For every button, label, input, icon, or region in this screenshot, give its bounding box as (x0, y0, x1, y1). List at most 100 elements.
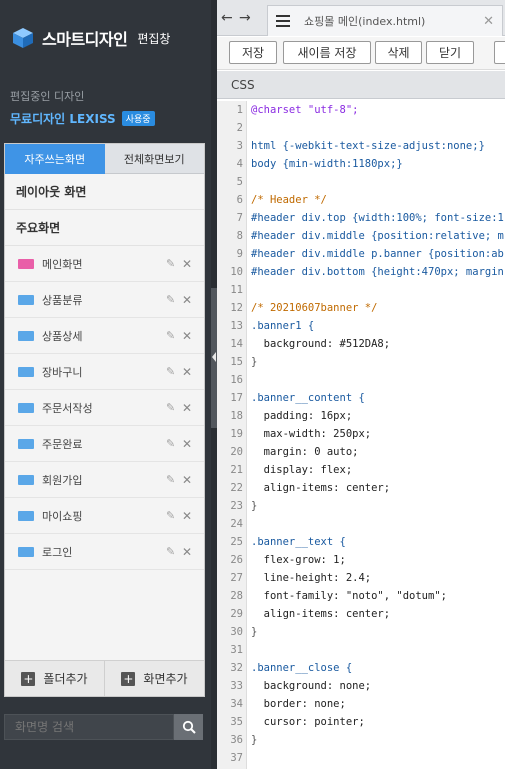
editor-tab-bar: ← → 쇼핑몰 메인(index.html) ✕ (217, 0, 505, 36)
code-text: } (251, 500, 258, 512)
save-button[interactable]: 저장 (229, 41, 277, 64)
forward-arrow-icon[interactable]: → (239, 10, 251, 26)
code-text: align-items: center; (251, 482, 391, 494)
code-line[interactable]: 1 @charset "utf-8"; (217, 101, 505, 119)
edit-icon[interactable]: ✎ (166, 473, 178, 486)
line-number: 14 (230, 338, 243, 350)
code-line[interactable]: 5 (217, 173, 505, 191)
code-line[interactable]: 26 flex-grow: 1; (217, 551, 505, 569)
code-line[interactable]: 14 background: #512DA8; (217, 335, 505, 353)
add-folder-label: 폴더추가 (43, 672, 88, 686)
code-line[interactable]: 31 (217, 641, 505, 659)
code-text: padding: 16px; (251, 410, 353, 422)
page-list-item[interactable]: 주문서작성 ✎ ✕ (5, 390, 204, 426)
code-line[interactable]: 15} (217, 353, 505, 371)
tab-all-pages[interactable]: 전체화면보기 (104, 144, 204, 174)
delete-icon[interactable]: ✕ (182, 293, 194, 307)
delete-button[interactable]: 삭제 (375, 41, 422, 64)
delete-icon[interactable]: ✕ (182, 509, 194, 523)
search-input[interactable] (4, 714, 174, 740)
search-button[interactable] (174, 714, 203, 740)
close-button[interactable]: 닫기 (426, 41, 474, 64)
code-line[interactable]: 22 align-items: center; (217, 479, 505, 497)
back-arrow-icon[interactable]: ← (221, 10, 233, 26)
code-line[interactable]: 13 .banner1 { (217, 317, 505, 335)
page-list-item[interactable]: 장바구니 ✎ ✕ (5, 354, 204, 390)
code-line[interactable]: 4 body {min-width:1180px;} (217, 155, 505, 173)
extra-button[interactable] (494, 41, 505, 64)
code-line[interactable]: 2 (217, 119, 505, 137)
code-line[interactable]: 37 (217, 749, 505, 767)
edit-icon[interactable]: ✎ (166, 509, 178, 522)
code-line[interactable]: 19 max-width: 250px; (217, 425, 505, 443)
delete-icon[interactable]: ✕ (182, 257, 194, 271)
code-line[interactable]: 28 font-family: "noto", "dotum"; (217, 587, 505, 605)
delete-icon[interactable]: ✕ (182, 329, 194, 343)
delete-icon[interactable]: ✕ (182, 473, 194, 487)
list-icon[interactable] (276, 15, 290, 27)
code-line[interactable]: 23} (217, 497, 505, 515)
code-text: } (251, 626, 258, 638)
page-list-item[interactable]: 메인화면 ✎ ✕ (5, 246, 204, 282)
code-line[interactable]: 32 .banner__close { (217, 659, 505, 677)
edit-icon[interactable]: ✎ (166, 401, 178, 414)
edit-icon[interactable]: ✎ (166, 293, 178, 306)
code-line[interactable]: 7 #header div.top {width:100%; font-size:… (217, 209, 505, 227)
code-line[interactable]: 24 (217, 515, 505, 533)
edit-icon[interactable]: ✎ (166, 329, 178, 342)
code-line[interactable]: 33 background: none; (217, 677, 505, 695)
code-line[interactable]: 18 padding: 16px; (217, 407, 505, 425)
add-page-button[interactable]: + 화면추가 (105, 661, 204, 696)
code-line[interactable]: 20 margin: 0 auto; (217, 443, 505, 461)
line-number: 12 (230, 302, 243, 314)
code-line[interactable]: 36} (217, 731, 505, 749)
section-main-pages[interactable]: 주요화면 (5, 210, 204, 246)
page-list-item[interactable]: 로그인 ✎ ✕ (5, 534, 204, 570)
code-line[interactable]: 27 line-height: 2.4; (217, 569, 505, 587)
delete-icon[interactable]: ✕ (182, 545, 194, 559)
line-number: 5 (236, 176, 243, 188)
search-icon (182, 720, 196, 734)
save-as-button[interactable]: 새이름 저장 (283, 41, 371, 64)
file-tab[interactable]: 쇼핑몰 메인(index.html) ✕ (267, 5, 503, 36)
page-list-item[interactable]: 주문완료 ✎ ✕ (5, 426, 204, 462)
edit-icon[interactable]: ✎ (166, 257, 178, 270)
delete-icon[interactable]: ✕ (182, 401, 194, 415)
edit-icon[interactable]: ✎ (166, 437, 178, 450)
page-list-item[interactable]: 상품분류 ✎ ✕ (5, 282, 204, 318)
page-list-item[interactable]: 상품상세 ✎ ✕ (5, 318, 204, 354)
code-line[interactable]: 29 align-items: center; (217, 605, 505, 623)
edit-icon[interactable]: ✎ (166, 365, 178, 378)
code-line[interactable]: 6 /* Header */ (217, 191, 505, 209)
code-line[interactable]: 9 #header div.middle p.banner {position:a… (217, 245, 505, 263)
code-text: max-width: 250px; (251, 428, 372, 440)
code-text: @charset "utf-8"; (251, 104, 359, 116)
code-line[interactable]: 11 (217, 281, 505, 299)
tab-frequent-pages[interactable]: 자주쓰는화면 (5, 144, 105, 174)
code-line[interactable]: 35 cursor: pointer; (217, 713, 505, 731)
code-line[interactable]: 8 #header div.middle {position:relative; … (217, 227, 505, 245)
code-line[interactable]: 21 display: flex; (217, 461, 505, 479)
edit-icon[interactable]: ✎ (166, 545, 178, 558)
code-line[interactable]: 25 .banner__text { (217, 533, 505, 551)
app-header: 스마트디자인 편집창 (0, 0, 211, 76)
code-line[interactable]: 10 #header div.bottom {height:470px; marg… (217, 263, 505, 281)
code-line[interactable]: 17 .banner__content { (217, 389, 505, 407)
code-line[interactable]: 30} (217, 623, 505, 641)
code-text: .banner__close { (251, 662, 353, 674)
section-layout-pages[interactable]: 레이아웃 화면 (5, 174, 204, 210)
code-line[interactable]: 3 html {-webkit-text-size-adjust:none;} (217, 137, 505, 155)
code-line[interactable]: 12 /* 20210607banner */ (217, 299, 505, 317)
page-name: 주문서작성 (42, 401, 93, 415)
code-line[interactable]: 34 border: none; (217, 695, 505, 713)
code-text: font-family: "noto", "dotum"; (251, 590, 447, 602)
page-list-item[interactable]: 회원가입 ✎ ✕ (5, 462, 204, 498)
delete-icon[interactable]: ✕ (182, 365, 194, 379)
app-subtitle: 편집창 (137, 31, 171, 46)
design-name[interactable]: 무료디자인 LEXISS (10, 110, 116, 127)
add-folder-button[interactable]: + 폴더추가 (5, 661, 105, 696)
code-line[interactable]: 16 (217, 371, 505, 389)
close-icon[interactable]: ✕ (483, 14, 494, 29)
page-list-item[interactable]: 마이쇼핑 ✎ ✕ (5, 498, 204, 534)
delete-icon[interactable]: ✕ (182, 437, 194, 451)
